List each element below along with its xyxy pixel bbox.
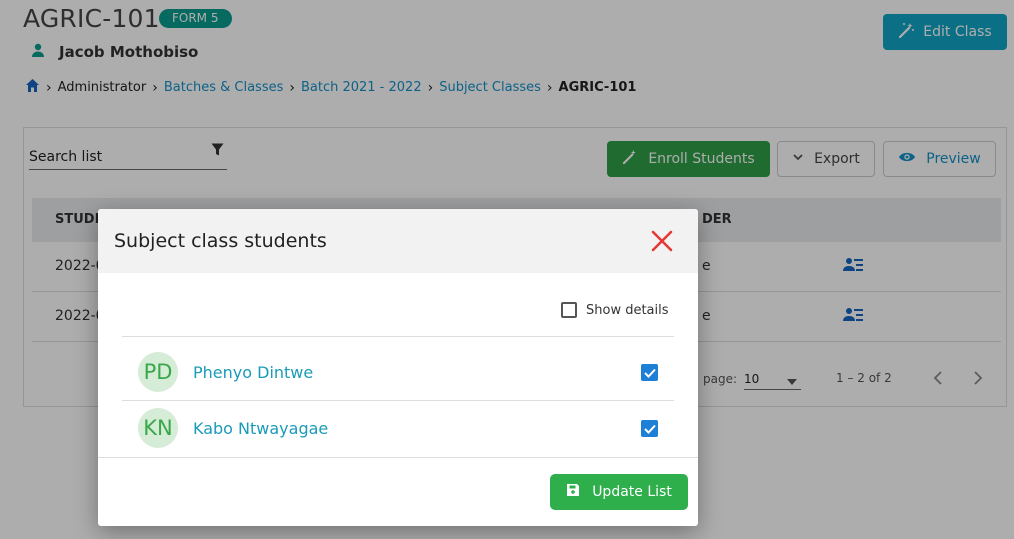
save-icon [566, 483, 580, 501]
close-icon[interactable] [649, 228, 675, 254]
update-list-label: Update List [592, 484, 672, 500]
avatar: PD [138, 352, 178, 392]
student-name[interactable]: Kabo Ntwayagae [193, 419, 328, 438]
dialog-header: Subject class students [98, 209, 698, 273]
show-details-toggle[interactable]: Show details [561, 302, 669, 318]
show-details-label: Show details [586, 302, 669, 318]
subject-class-students-dialog: Subject class students Show details PD P… [98, 209, 698, 526]
avatar: KN [138, 408, 178, 448]
student-checkbox[interactable] [641, 364, 658, 381]
dialog-title: Subject class students [114, 230, 327, 252]
student-name[interactable]: Phenyo Dintwe [193, 363, 313, 382]
list-item[interactable]: PD Phenyo Dintwe [122, 344, 674, 400]
update-list-button[interactable]: Update List [550, 474, 688, 510]
show-details-checkbox[interactable] [561, 302, 577, 318]
list-item[interactable]: KN Kabo Ntwayagae [122, 400, 674, 456]
dialog-footer-divider [98, 457, 698, 458]
student-checkbox[interactable] [641, 420, 658, 437]
divider [122, 336, 674, 337]
